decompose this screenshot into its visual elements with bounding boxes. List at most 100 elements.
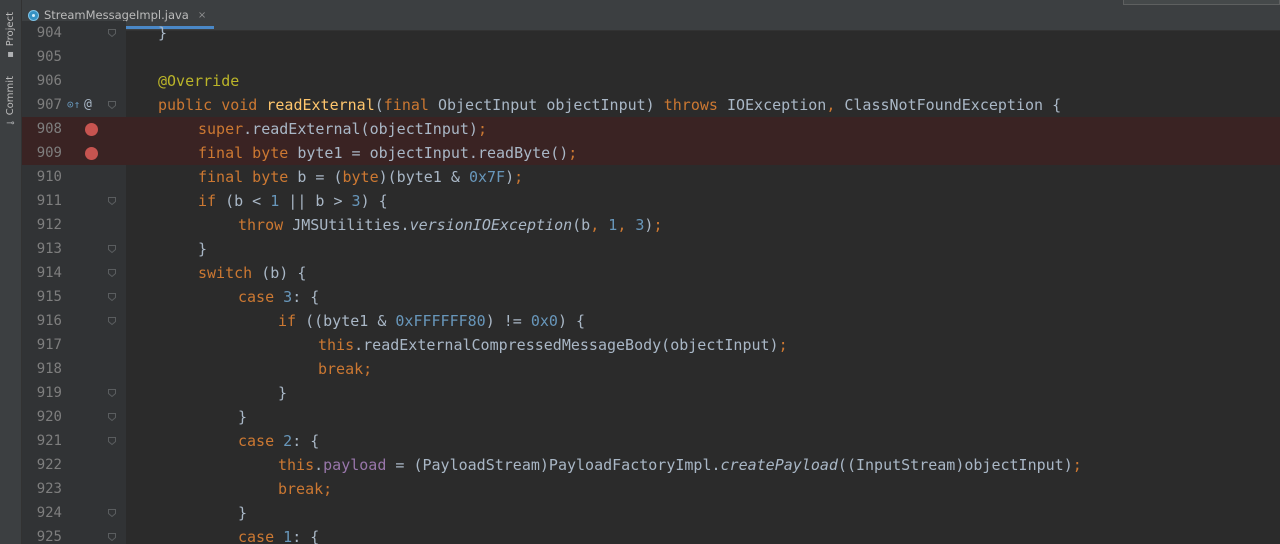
line-number: 924 (36, 505, 62, 521)
code-token: payload (323, 456, 387, 474)
code-line[interactable]: 909 final byte byte1 = objectInput.readBy… (22, 141, 1280, 165)
code-text[interactable]: case 1: { (238, 525, 319, 544)
code-token: byte (342, 168, 379, 186)
code-token: .readExternal(objectInput) (243, 120, 478, 138)
code-text[interactable]: @Override (158, 69, 239, 93)
code-line[interactable]: 915 case 3: { (22, 285, 1280, 309)
code-text[interactable]: final byte byte1 = objectInput.readByte(… (198, 141, 577, 165)
fold-marker-icon[interactable] (108, 317, 116, 325)
code-token: throw (238, 216, 293, 234)
line-number: 906 (36, 73, 62, 89)
code-token: ( (374, 96, 384, 114)
line-number: 907 (36, 97, 62, 113)
code-line[interactable]: 916 if ((byte1 & 0xFFFFFF80) != 0x0) { (22, 309, 1280, 333)
line-number: 911 (36, 193, 62, 209)
line-number: 904 (36, 25, 62, 41)
code-text[interactable]: } (198, 237, 207, 261)
code-token: )(byte1 & (378, 168, 469, 186)
code-token: || b > (279, 192, 352, 210)
code-line[interactable]: 906 @Override (22, 69, 1280, 93)
code-token: case (238, 288, 284, 306)
breakpoint-icon[interactable] (85, 147, 98, 160)
code-token: this (278, 456, 315, 474)
code-text[interactable]: case 2: { (238, 429, 319, 453)
code-text[interactable]: } (278, 381, 287, 405)
breakpoint-icon[interactable] (85, 123, 98, 136)
code-line[interactable]: 911 if (b < 1 || b > 3) { (22, 189, 1280, 213)
code-text[interactable]: public void readExternal(final ObjectInp… (158, 93, 1061, 117)
code-line[interactable]: 924} (22, 501, 1280, 525)
commit-tool-label: Commit (5, 76, 16, 116)
fold-marker-icon[interactable] (108, 29, 116, 37)
code-text[interactable]: } (238, 501, 247, 525)
code-text[interactable]: switch (b) { (198, 261, 306, 285)
code-token: , (590, 216, 609, 234)
code-line[interactable]: 925 case 1: { (22, 525, 1280, 544)
line-number: 915 (36, 289, 62, 305)
close-icon[interactable]: × (198, 10, 206, 21)
code-editor[interactable]: 904} 905 906 @Override 907 ⊙↑ @ public void rea… (22, 21, 1280, 544)
code-line[interactable]: 920} (22, 405, 1280, 429)
code-text[interactable]: final byte b = (byte)(byte1 & 0x7F); (198, 165, 523, 189)
fold-marker-icon[interactable] (108, 245, 116, 253)
code-line[interactable]: 923 break; (22, 477, 1280, 501)
fold-marker-icon[interactable] (108, 509, 116, 517)
fold-marker-icon[interactable] (108, 389, 116, 397)
code-text[interactable]: if (b < 1 || b > 3) { (198, 189, 388, 213)
line-number: 920 (36, 409, 62, 425)
code-token: = (PayloadStream)PayloadFactoryImpl. (386, 456, 721, 474)
fold-marker-icon[interactable] (108, 413, 116, 421)
code-text[interactable]: this.payload = (PayloadStream)PayloadFac… (278, 453, 1082, 477)
code-token: 0xFFFFFF80 (395, 312, 486, 330)
code-text[interactable]: break; (278, 477, 332, 501)
project-tool-tab[interactable]: Project ▪ (0, 12, 21, 61)
code-text[interactable]: this.readExternalCompressedMessageBody(o… (318, 333, 788, 357)
code-token: } (238, 504, 248, 522)
commit-icon: ⊸ (6, 118, 15, 130)
code-line[interactable]: 922 this.payload = (PayloadStream)Payload… (22, 453, 1280, 477)
fold-marker-icon[interactable] (108, 269, 116, 277)
code-token: ; (1072, 456, 1082, 474)
code-token: , (826, 96, 845, 114)
code-text[interactable]: } (158, 21, 167, 45)
code-text[interactable]: throw JMSUtilities.versionIOException(b,… (238, 213, 662, 237)
code-line[interactable]: 910 final byte b = (byte)(byte1 & 0x7F); (22, 165, 1280, 189)
code-token: throws (663, 96, 727, 114)
fold-marker-icon[interactable] (108, 293, 116, 301)
fold-marker-icon[interactable] (108, 101, 116, 109)
code-token: final (383, 96, 438, 114)
ide-window: Project ▪ Commit ⊸ StreamMessageImpl.jav… (0, 0, 1280, 544)
fold-marker-icon[interactable] (108, 197, 116, 205)
code-text[interactable]: break; (318, 357, 372, 381)
fold-marker-icon[interactable] (108, 437, 116, 445)
code-line[interactable]: 907 ⊙↑ @ public void readExternal(final Obj… (22, 93, 1280, 117)
project-tool-label: Project (5, 12, 16, 47)
fold-marker-icon[interactable] (108, 533, 116, 541)
code-token: if (198, 192, 226, 210)
overrides-method-icon[interactable]: ⊙↑ (67, 93, 80, 117)
code-line[interactable]: 917 this.readExternalCompressedMessageBod… (22, 333, 1280, 357)
code-line[interactable]: 913} (22, 237, 1280, 261)
search-box-edge[interactable] (1123, 0, 1280, 5)
code-token: ) { (557, 312, 586, 330)
code-line[interactable]: 921 case 2: { (22, 429, 1280, 453)
code-line[interactable]: 912 throw JMSUtilities.versionIOException… (22, 213, 1280, 237)
code-token: : { (292, 528, 320, 544)
code-text[interactable]: } (238, 405, 247, 429)
code-text[interactable]: if ((byte1 & 0xFFFFFF80) != 0x0) { (278, 309, 585, 333)
code-line[interactable]: 904} (22, 21, 1280, 45)
code-token: 0x7F (468, 168, 506, 186)
line-number: 922 (36, 457, 62, 473)
annotation-icon[interactable]: @ (84, 93, 92, 117)
code-token: } (238, 408, 248, 426)
code-line[interactable]: 919} (22, 381, 1280, 405)
code-text[interactable]: super.readExternal(objectInput); (198, 117, 487, 141)
code-text[interactable]: case 3: { (238, 285, 319, 309)
code-line[interactable]: 908 super.readExternal(objectInput); (22, 117, 1280, 141)
code-line[interactable]: 918 break; (22, 357, 1280, 381)
commit-tool-tab[interactable]: Commit ⊸ (0, 76, 21, 130)
code-token: versionIOException (409, 216, 573, 234)
code-line[interactable]: 905 (22, 45, 1280, 69)
line-number: 905 (36, 49, 62, 65)
code-line[interactable]: 914 switch (b) { (22, 261, 1280, 285)
